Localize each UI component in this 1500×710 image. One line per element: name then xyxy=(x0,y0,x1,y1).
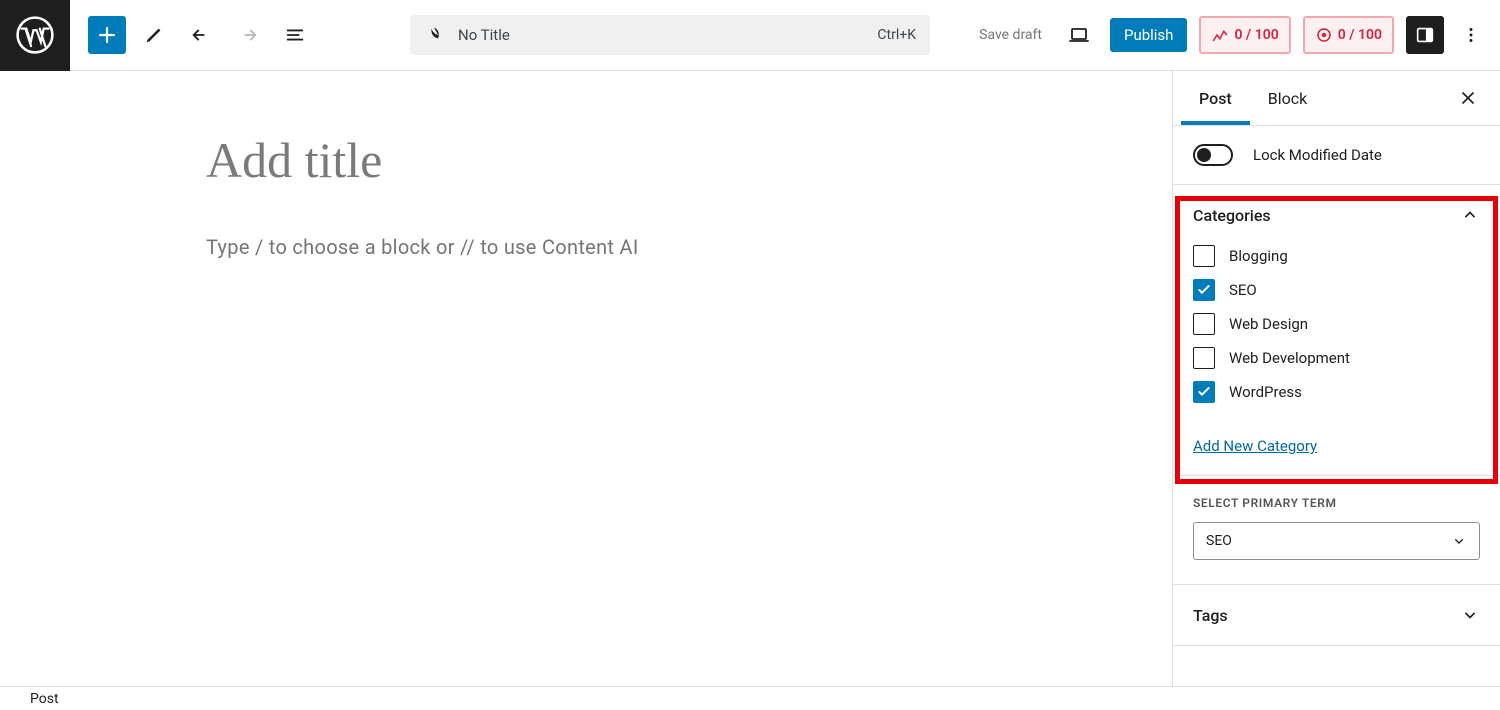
list-icon xyxy=(284,24,306,46)
primary-term-select[interactable]: SEO xyxy=(1193,522,1480,560)
seo-score-value: 0 / 100 xyxy=(1234,27,1278,43)
close-icon xyxy=(1458,88,1478,108)
lock-modified-date-row: Lock Modified Date xyxy=(1173,126,1500,185)
command-bar-title: No Title xyxy=(458,26,877,44)
wordpress-logo[interactable] xyxy=(0,0,70,71)
content-score-badge[interactable]: 0 / 100 xyxy=(1303,16,1394,54)
command-bar[interactable]: No Title Ctrl+K xyxy=(410,15,930,55)
leaf-icon xyxy=(424,25,444,45)
checkbox[interactable] xyxy=(1193,279,1215,301)
category-checkbox-row[interactable]: Web Development xyxy=(1193,347,1480,369)
tags-panel: Tags xyxy=(1173,584,1500,646)
sidebar-toggle-button[interactable] xyxy=(1406,16,1444,54)
command-bar-shortcut: Ctrl+K xyxy=(877,27,916,43)
publish-button[interactable]: Publish xyxy=(1110,18,1187,52)
categories-panel-header[interactable]: Categories xyxy=(1173,185,1500,245)
target-icon xyxy=(1315,26,1333,44)
checkbox[interactable] xyxy=(1193,381,1215,403)
primary-term-label: SELECT PRIMARY TERM xyxy=(1173,476,1500,522)
edit-mode-button[interactable] xyxy=(135,16,173,54)
categories-list: Blogging SEO Web Design Web Development Word… xyxy=(1173,245,1500,423)
tab-block[interactable]: Block xyxy=(1250,72,1325,125)
editor-canvas[interactable]: Type / to choose a block or // to use Co… xyxy=(0,71,1172,686)
redo-icon xyxy=(237,24,259,46)
tab-post[interactable]: Post xyxy=(1181,72,1250,125)
category-label: Web Development xyxy=(1229,349,1350,367)
categories-title: Categories xyxy=(1193,206,1271,225)
check-icon xyxy=(1196,282,1212,298)
undo-button[interactable] xyxy=(182,16,220,54)
save-draft-button[interactable]: Save draft xyxy=(973,19,1048,51)
preview-button[interactable] xyxy=(1060,16,1098,54)
undo-icon xyxy=(190,24,212,46)
lock-modified-date-toggle[interactable] xyxy=(1193,144,1233,166)
more-options-button[interactable] xyxy=(1456,16,1486,54)
category-checkbox-row[interactable]: WordPress xyxy=(1193,381,1480,403)
category-label: WordPress xyxy=(1229,383,1302,401)
pencil-icon xyxy=(143,24,165,46)
category-checkbox-row[interactable]: SEO xyxy=(1193,279,1480,301)
chart-icon xyxy=(1211,26,1229,44)
sidebar-tabs: Post Block xyxy=(1173,71,1500,126)
category-label: SEO xyxy=(1229,281,1257,299)
sidebar-scroll-area[interactable]: Lock Modified Date Categories Blogging SE… xyxy=(1173,126,1500,686)
top-toolbar: No Title Ctrl+K Save draft Publish 0 / 1… xyxy=(0,0,1500,71)
check-icon xyxy=(1196,384,1212,400)
primary-term-section: SELECT PRIMARY TERM SEO xyxy=(1173,476,1500,584)
panel-right-icon xyxy=(1414,24,1436,46)
kebab-icon xyxy=(1460,24,1482,46)
chevron-up-icon xyxy=(1460,205,1480,225)
wordpress-icon xyxy=(16,16,54,54)
checkbox[interactable] xyxy=(1193,347,1215,369)
category-checkbox-row[interactable]: Blogging xyxy=(1193,245,1480,267)
add-block-button[interactable] xyxy=(88,16,126,54)
category-label: Web Design xyxy=(1229,315,1308,333)
lock-modified-date-label: Lock Modified Date xyxy=(1253,146,1382,164)
document-outline-button[interactable] xyxy=(276,16,314,54)
category-checkbox-row[interactable]: Web Design xyxy=(1193,313,1480,335)
checkbox[interactable] xyxy=(1193,245,1215,267)
chevron-down-icon xyxy=(1451,533,1467,549)
tags-panel-header[interactable]: Tags xyxy=(1173,585,1500,645)
settings-sidebar: Post Block Lock Modified Date Categories… xyxy=(1172,71,1500,686)
post-body-placeholder[interactable]: Type / to choose a block or // to use Co… xyxy=(206,235,966,259)
footer-breadcrumb-bar: Post xyxy=(0,686,1500,710)
seo-score-badge[interactable]: 0 / 100 xyxy=(1199,16,1290,54)
laptop-icon xyxy=(1067,23,1091,47)
breadcrumb[interactable]: Post xyxy=(30,691,59,707)
chevron-down-icon xyxy=(1460,605,1480,625)
tags-title: Tags xyxy=(1193,606,1228,625)
plus-icon xyxy=(95,23,119,47)
primary-term-value: SEO xyxy=(1206,533,1232,549)
toolbar-right-group: Save draft Publish 0 / 100 0 / 100 xyxy=(973,16,1500,54)
redo-button[interactable] xyxy=(229,16,267,54)
add-new-category-link[interactable]: Add New Category xyxy=(1193,437,1317,455)
content-score-value: 0 / 100 xyxy=(1338,27,1382,43)
post-title-input[interactable] xyxy=(206,131,966,189)
checkbox[interactable] xyxy=(1193,313,1215,335)
close-sidebar-button[interactable] xyxy=(1450,80,1486,116)
toolbar-left-group xyxy=(70,16,314,54)
categories-panel: Categories Blogging SEO Web Design Web Deve… xyxy=(1173,185,1500,476)
category-label: Blogging xyxy=(1229,247,1288,265)
